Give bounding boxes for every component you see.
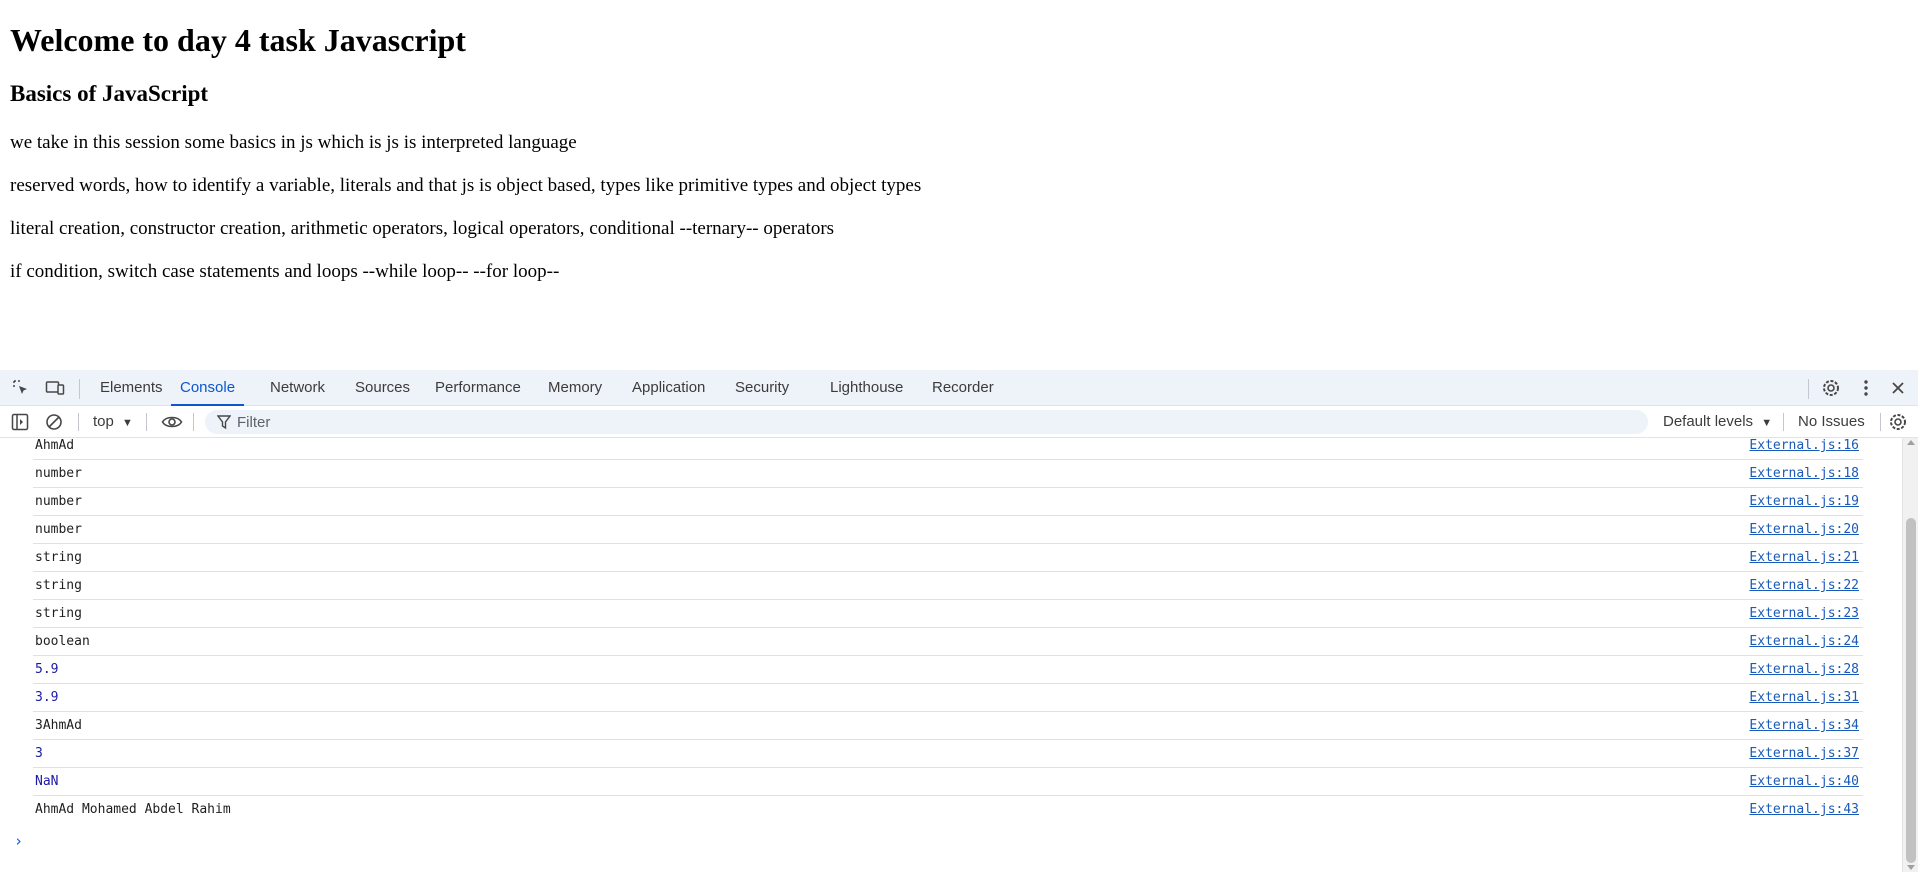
sidebar-toggle-icon[interactable] xyxy=(10,412,30,432)
more-options-icon[interactable] xyxy=(1855,378,1877,398)
tab-network[interactable]: Network xyxy=(270,370,325,406)
toolbar-divider xyxy=(1808,379,1809,399)
console-message: 3AhmAd External.js:34 xyxy=(33,712,1863,740)
tab-lighthouse[interactable]: Lighthouse xyxy=(830,370,903,406)
console-message: number External.js:18 xyxy=(33,460,1863,488)
console-output: AhmAd External.js:16 number External.js:18… xyxy=(0,438,1900,872)
page-content: Welcome to day 4 task Javascript Basics … xyxy=(10,0,1910,370)
source-link[interactable]: External.js:37 xyxy=(1749,746,1859,762)
console-message: NaN External.js:40 xyxy=(33,768,1863,796)
dropdown-arrow-icon: ▼ xyxy=(1761,417,1773,429)
scroll-up-arrow-icon[interactable] xyxy=(1907,440,1915,445)
source-link[interactable]: External.js:23 xyxy=(1749,606,1859,622)
tab-security[interactable]: Security xyxy=(735,370,789,406)
console-message-text: AhmAd Mohamed Abdel Rahim xyxy=(35,802,231,817)
source-link[interactable]: External.js:40 xyxy=(1749,774,1859,790)
source-link[interactable]: External.js:18 xyxy=(1749,466,1859,482)
source-link[interactable]: External.js:16 xyxy=(1749,438,1859,454)
source-link[interactable]: External.js:20 xyxy=(1749,522,1859,538)
tab-memory[interactable]: Memory xyxy=(548,370,602,406)
page-subheading: Basics of JavaScript xyxy=(10,81,209,106)
source-link[interactable]: External.js:34 xyxy=(1749,718,1859,734)
console-toolbar: top ▼ Default levels ▼ No Issues xyxy=(0,406,1918,438)
toolbar-divider xyxy=(193,413,194,431)
console-message-text: 3 xyxy=(35,746,43,761)
console-message-text: NaN xyxy=(35,774,59,789)
log-levels-dropdown[interactable]: Default levels ▼ xyxy=(1663,412,1772,433)
console-message: 5.9 External.js:28 xyxy=(33,656,1863,684)
console-message: 3 External.js:37 xyxy=(33,740,1863,768)
console-message-text: string xyxy=(35,550,82,565)
console-message: AhmAd Mohamed Abdel Rahim External.js:43 xyxy=(33,796,1863,824)
console-message: string External.js:23 xyxy=(33,600,1863,628)
console-message-text: number xyxy=(35,522,82,537)
console-message-text: 3AhmAd xyxy=(35,718,82,733)
console-message: string External.js:21 xyxy=(33,544,1863,572)
toolbar-divider xyxy=(78,413,79,431)
console-message: 3.9 External.js:31 xyxy=(33,684,1863,712)
console-message-text: boolean xyxy=(35,634,90,649)
toolbar-divider xyxy=(146,413,147,431)
console-message-text: AhmAd xyxy=(35,438,75,453)
page-heading: Welcome to day 4 task Javascript xyxy=(10,22,466,58)
log-levels-label: Default levels xyxy=(1663,413,1754,430)
scroll-down-arrow-icon[interactable] xyxy=(1907,865,1915,870)
tab-console[interactable]: Console xyxy=(171,370,245,406)
console-message-text: number xyxy=(35,466,82,481)
tab-application[interactable]: Application xyxy=(632,370,705,406)
tab-sources[interactable]: Sources xyxy=(355,370,410,406)
device-toolbar-icon[interactable] xyxy=(44,378,66,398)
scrollbar-thumb[interactable] xyxy=(1906,518,1916,863)
console-message-text: string xyxy=(35,606,82,621)
source-link[interactable]: External.js:24 xyxy=(1749,634,1859,650)
console-scrollbar[interactable] xyxy=(1902,438,1918,872)
source-link[interactable]: External.js:22 xyxy=(1749,578,1859,594)
paragraph-4: if condition, switch case statements and… xyxy=(10,261,560,282)
filter-input[interactable] xyxy=(237,412,1627,432)
console-settings-gear-icon[interactable] xyxy=(1888,412,1908,432)
filter-box xyxy=(205,410,1648,434)
console-message: number External.js:19 xyxy=(33,488,1863,516)
console-message-text: 5.9 xyxy=(35,662,59,677)
devtools-panel: Elements Console Network Sources Perform… xyxy=(0,370,1918,872)
clear-console-icon[interactable] xyxy=(44,412,64,432)
live-expression-eye-icon[interactable] xyxy=(160,412,184,432)
filter-funnel-icon xyxy=(216,414,233,430)
tab-recorder[interactable]: Recorder xyxy=(932,370,994,406)
console-message: boolean External.js:24 xyxy=(33,628,1863,656)
inspect-element-icon[interactable] xyxy=(10,378,32,398)
source-link[interactable]: External.js:19 xyxy=(1749,494,1859,510)
console-message: string External.js:22 xyxy=(33,572,1863,600)
devtools-tabbar: Elements Console Network Sources Perform… xyxy=(0,370,1918,406)
console-message: number External.js:20 xyxy=(33,516,1863,544)
source-link[interactable]: External.js:31 xyxy=(1749,690,1859,706)
source-link[interactable]: External.js:21 xyxy=(1749,550,1859,566)
dropdown-arrow-icon: ▼ xyxy=(122,417,133,429)
close-devtools-icon[interactable] xyxy=(1887,378,1909,398)
paragraph-3: literal creation, constructor creation, … xyxy=(10,218,835,239)
console-message-text: 3.9 xyxy=(35,690,59,705)
source-link[interactable]: External.js:43 xyxy=(1749,802,1859,818)
toolbar-divider xyxy=(79,379,80,399)
console-message-text: number xyxy=(35,494,82,509)
toolbar-divider xyxy=(1783,413,1784,431)
source-link[interactable]: External.js:28 xyxy=(1749,662,1859,678)
context-selector[interactable]: top ▼ xyxy=(93,412,133,433)
toolbar-divider xyxy=(1880,413,1881,431)
console-message: AhmAd External.js:16 xyxy=(33,438,1863,460)
console-message-text: string xyxy=(35,578,82,593)
context-selector-label: top xyxy=(93,413,114,430)
console-prompt-chevron-icon[interactable]: › xyxy=(14,832,23,850)
paragraph-2: reserved words, how to identify a variab… xyxy=(10,175,922,196)
settings-gear-icon[interactable] xyxy=(1820,378,1842,398)
paragraph-1: we take in this session some basics in j… xyxy=(10,132,577,153)
tab-performance[interactable]: Performance xyxy=(435,370,521,406)
issues-counter[interactable]: No Issues xyxy=(1798,412,1865,432)
tab-elements[interactable]: Elements xyxy=(100,370,163,406)
